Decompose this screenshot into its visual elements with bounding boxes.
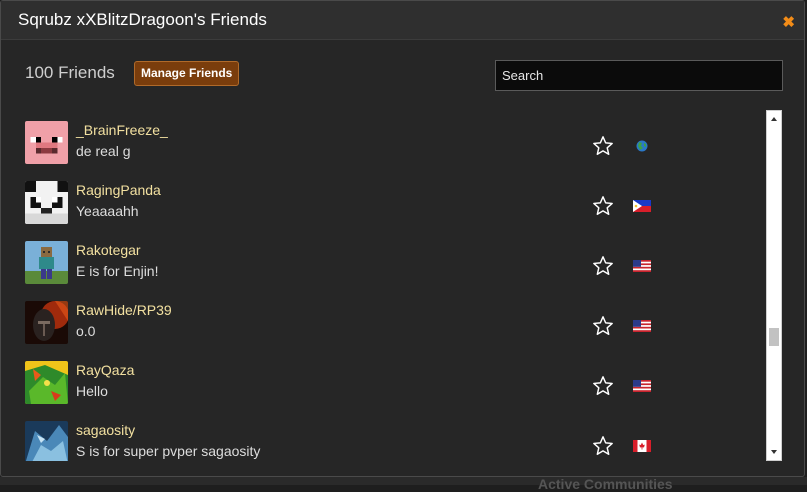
friends-list-scrollbar[interactable]	[766, 110, 782, 461]
dark-helmet-avatar[interactable]	[25, 301, 68, 344]
dialog-title: Sqrubz xXBlitzDragoon's Friends	[18, 10, 267, 29]
manage-friends-button[interactable]: Manage Friends	[134, 61, 240, 86]
philippines-flag-icon	[633, 200, 651, 212]
friend-name[interactable]: Rakotegar	[76, 242, 141, 258]
friend-name[interactable]: RayQaza	[76, 362, 134, 378]
friends-list: _BrainFreeze_ de real g RagingPanda Yeaa…	[23, 113, 763, 461]
green-dragon-avatar[interactable]	[25, 361, 68, 404]
friend-name[interactable]: RawHide/RP39	[76, 302, 172, 318]
friend-status: o.0	[76, 323, 96, 339]
dialog-titlebar: Sqrubz xXBlitzDragoon's Friends ✖	[1, 1, 804, 40]
friend-name[interactable]: _BrainFreeze_	[76, 122, 168, 138]
friend-name[interactable]: sagaosity	[76, 422, 135, 438]
scroll-down-arrow-icon[interactable]	[771, 450, 777, 454]
canada-flag-icon	[633, 440, 651, 452]
friend-status: E is for Enjin!	[76, 263, 159, 279]
us-flag-icon	[633, 320, 651, 332]
friend-status: S is for super pvper sagaosity	[76, 443, 261, 459]
pig-face-avatar[interactable]	[25, 121, 68, 164]
search-input[interactable]	[495, 60, 783, 91]
scroll-up-arrow-icon[interactable]	[771, 117, 777, 121]
favorite-star-icon[interactable]	[592, 135, 614, 157]
list-item: _BrainFreeze_ de real g	[23, 113, 763, 173]
close-icon[interactable]: ✖	[782, 13, 795, 31]
background-heading: Active Communities	[538, 476, 673, 492]
favorite-star-icon[interactable]	[592, 315, 614, 337]
friends-dialog: Sqrubz xXBlitzDragoon's Friends ✖ 100 Fr…	[0, 0, 805, 477]
list-item: sagaosity S is for super pvper sagaosity	[23, 413, 763, 461]
friend-status: de real g	[76, 143, 131, 159]
blue-dragon-avatar[interactable]	[25, 421, 68, 461]
us-flag-icon	[633, 260, 651, 272]
list-item: RayQaza Hello	[23, 353, 763, 413]
list-item: Rakotegar E is for Enjin!	[23, 233, 763, 293]
favorite-star-icon[interactable]	[592, 375, 614, 397]
favorite-star-icon[interactable]	[592, 435, 614, 457]
friend-name[interactable]: RagingPanda	[76, 182, 161, 198]
background-page-strip: Active Communities	[0, 476, 807, 492]
minecraft-character-avatar[interactable]	[25, 241, 68, 284]
us-flag-icon	[633, 380, 651, 392]
favorite-star-icon[interactable]	[592, 195, 614, 217]
list-item: RagingPanda Yeaaaahh	[23, 173, 763, 233]
scroll-thumb[interactable]	[769, 328, 779, 346]
friend-status: Hello	[76, 383, 108, 399]
list-item: RawHide/RP39 o.0	[23, 293, 763, 353]
panda-face-avatar[interactable]	[25, 181, 68, 224]
friend-count: 100 Friends	[25, 63, 115, 82]
friend-status: Yeaaaahh	[76, 203, 139, 219]
favorite-star-icon[interactable]	[592, 255, 614, 277]
globe-flag-icon	[636, 140, 648, 152]
